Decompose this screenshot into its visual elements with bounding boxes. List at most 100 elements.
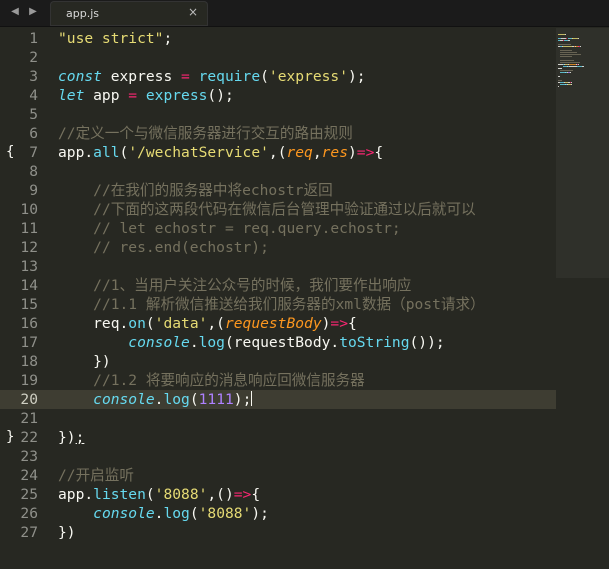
- code-line[interactable]: 5: [0, 105, 556, 124]
- line-number: 22: [20, 429, 38, 446]
- code-line[interactable]: 17 console.log(requestBody.toString());: [0, 333, 556, 352]
- code-token: ,(: [268, 144, 287, 161]
- tab-bar: ◀ ▶ app.js ×: [0, 0, 609, 27]
- code-text: const express = require('express');: [58, 67, 366, 86]
- code-token: //在我们的服务器中将echostr返回: [93, 182, 333, 199]
- code-line[interactable]: 15 //1.1 解析微信推送给我们服务器的xml数据（post请求）: [0, 295, 556, 314]
- minimap-stroke: [560, 70, 573, 71]
- code-line[interactable]: 10 //下面的这两段代码在微信后台管理中验证通过以后就可以: [0, 200, 556, 219]
- line-number: 21: [20, 410, 38, 427]
- code-text: //1、当用户关注公众号的时候，我们要作出响应: [58, 276, 411, 295]
- minimap[interactable]: [556, 28, 609, 569]
- code-text: console.log('8088');: [58, 504, 269, 523]
- code-token: // let echostr = req.query.echostr;: [93, 220, 401, 237]
- code-token: log: [163, 505, 190, 522]
- minimap-stroke: [579, 46, 581, 47]
- line-number: 25: [20, 486, 38, 503]
- code-line[interactable]: 13: [0, 257, 556, 276]
- code-line[interactable]: 25 app.listen('8088',()=>{: [0, 485, 556, 504]
- code-line[interactable]: } 22});: [0, 428, 556, 447]
- code-line[interactable]: 16 req.on('data',(requestBody)=>{: [0, 314, 556, 333]
- code-token: console: [93, 505, 155, 522]
- code-token: requestBody: [224, 315, 322, 332]
- minimap-stroke: [582, 66, 585, 67]
- code-line[interactable]: 6 //定义一个与微信服务器进行交互的路由规则: [0, 124, 556, 143]
- code-line[interactable]: {7 app.all('/wechatService',(req,res)=>{: [0, 143, 556, 162]
- minimap-stroke: [577, 38, 579, 39]
- line-number: 20: [20, 391, 38, 408]
- code-token: =>: [233, 486, 252, 503]
- code-line[interactable]: 19 //1.2 将要响应的消息响应回微信服务器: [0, 371, 556, 390]
- minimap-stroke: [570, 72, 572, 73]
- code-token: app.: [58, 144, 94, 161]
- tab-scroll-right-icon[interactable]: ▶: [26, 4, 40, 20]
- code-line[interactable]: 14 //1、当用户关注公众号的时候，我们要作出响应: [0, 276, 556, 295]
- code-token: toString: [339, 334, 410, 351]
- code-line[interactable]: 12 // res.end(echostr);: [0, 238, 556, 257]
- code-line[interactable]: 4 let app = express();: [0, 86, 556, 105]
- code-line[interactable]: 18 }): [0, 352, 556, 371]
- code-line[interactable]: 21: [0, 409, 556, 428]
- code-text: //下面的这两段代码在微信后台管理中验证通过以后就可以: [58, 200, 475, 219]
- line-number: 19: [20, 372, 38, 389]
- code-line[interactable]: 9 //在我们的服务器中将echostr返回: [0, 181, 556, 200]
- line-number: 14: [20, 277, 38, 294]
- line-number: 18: [20, 353, 38, 370]
- text-cursor: [251, 391, 253, 406]
- code-token: ,: [312, 144, 322, 161]
- code-token: res: [321, 144, 348, 161]
- code-token: const: [58, 68, 102, 85]
- code-line[interactable]: 8: [0, 162, 556, 181]
- close-icon[interactable]: ×: [188, 5, 198, 19]
- minimap-stroke: [560, 60, 575, 61]
- code-text: }): [58, 523, 76, 542]
- code-token: all: [93, 144, 120, 161]
- code-token: ;: [163, 30, 173, 47]
- code-token: (: [189, 505, 199, 522]
- code-editor[interactable]: 1 "use strict"; 2 3 const express = require(…: [0, 28, 556, 569]
- line-number: 5: [29, 106, 38, 123]
- code-token: //定义一个与微信服务器进行交互的路由规则: [58, 125, 353, 142]
- code-token: }): [58, 353, 111, 370]
- minimap-stroke: [571, 84, 573, 85]
- minimap-stroke: [560, 54, 582, 55]
- code-token: );: [348, 68, 366, 85]
- minimap-stroke: [559, 76, 560, 77]
- code-line[interactable]: 3 const express = require('express');: [0, 67, 556, 86]
- code-token: {: [348, 315, 357, 332]
- minimap-stroke: [558, 44, 571, 45]
- tab-scroll-left-icon[interactable]: ◀: [8, 4, 22, 20]
- code-line[interactable]: 27}): [0, 523, 556, 542]
- code-line[interactable]: 1 "use strict";: [0, 29, 556, 48]
- code-line[interactable]: 20 console.log(1111);: [0, 390, 556, 409]
- minimap-stroke: [568, 40, 570, 41]
- code-token: {: [251, 486, 261, 503]
- code-token: app: [84, 87, 129, 104]
- code-token: 'data': [154, 315, 208, 332]
- code-token: req.: [58, 315, 129, 332]
- code-token: (: [260, 68, 269, 85]
- code-text: // res.end(echostr);: [58, 238, 269, 257]
- code-line[interactable]: 26 console.log('8088');: [0, 504, 556, 523]
- code-token: log: [163, 391, 190, 408]
- minimap-stroke: [560, 52, 577, 53]
- code-line[interactable]: 24 //开启监听: [0, 466, 556, 485]
- code-token: (: [119, 144, 129, 161]
- code-token: (: [145, 486, 155, 503]
- minimap-stroke: [560, 62, 580, 63]
- code-token: "use strict": [58, 30, 164, 47]
- code-line[interactable]: 11 // let echostr = req.query.echostr;: [0, 219, 556, 238]
- code-line[interactable]: 2: [0, 48, 556, 67]
- code-token: req: [286, 144, 313, 161]
- line-number: 11: [20, 220, 38, 237]
- minimap-stroke: [558, 34, 566, 35]
- line-number: 12: [20, 239, 38, 256]
- code-line[interactable]: 23: [0, 447, 556, 466]
- tab-app-js[interactable]: app.js ×: [50, 1, 208, 26]
